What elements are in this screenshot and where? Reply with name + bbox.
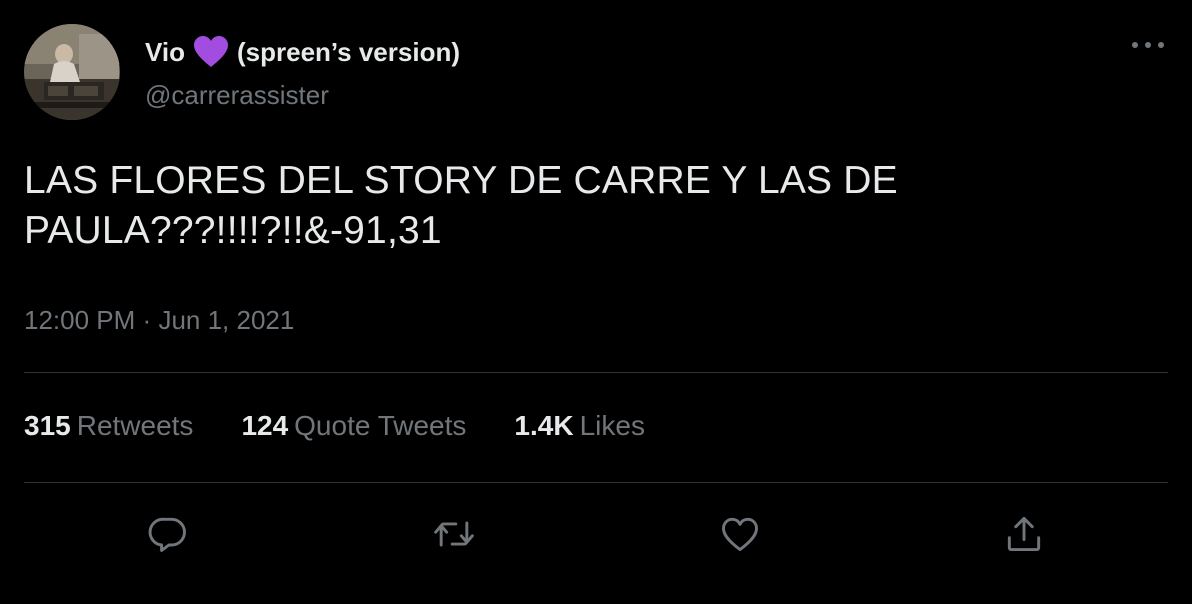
tweet-date[interactable]: Jun 1, 2021 — [158, 305, 294, 335]
more-options-button[interactable] — [1128, 30, 1168, 60]
likes-count: 1.4K — [514, 410, 574, 441]
reply-button[interactable] — [144, 510, 192, 558]
likes-stat[interactable]: 1.4K Likes — [514, 410, 645, 442]
author-name-part1: Vio — [145, 36, 185, 67]
retweets-label: Retweets — [76, 410, 194, 441]
divider — [24, 482, 1168, 483]
tweet-actions — [0, 510, 1192, 558]
quote-tweets-count: 124 — [241, 410, 289, 441]
like-button[interactable] — [716, 510, 764, 558]
author-name-part2: (spreen’s version) — [236, 36, 460, 67]
tweet-detail: Vio (spreen’s version) @carrerassister L… — [0, 0, 1192, 604]
tweet-text-line2: PAULA???!!!!?!!&-91,31 — [24, 209, 442, 252]
reply-icon — [148, 517, 186, 552]
quote-tweets-stat[interactable]: 124 Quote Tweets — [241, 410, 466, 442]
quote-tweets-label: Quote Tweets — [294, 410, 467, 441]
more-icon — [1132, 42, 1164, 48]
timestamp-separator: · — [142, 305, 152, 335]
retweet-button[interactable] — [430, 510, 478, 558]
retweets-count: 315 — [24, 410, 71, 441]
share-icon — [1007, 516, 1041, 552]
author-handle[interactable]: @carrerassister — [145, 80, 329, 111]
tweet-time[interactable]: 12:00 PM — [24, 305, 135, 335]
share-button[interactable] — [1000, 510, 1048, 558]
retweet-icon — [434, 521, 474, 547]
retweets-stat[interactable]: 315 Retweets — [24, 410, 193, 442]
tweet-text-line1: LAS FLORES DEL STORY DE CARRE Y LAS DE — [24, 159, 898, 202]
author-name[interactable]: Vio (spreen’s version) — [145, 32, 460, 72]
divider — [24, 372, 1168, 373]
likes-label: Likes — [579, 410, 645, 441]
timestamp: 12:00 PM · Jun 1, 2021 — [24, 305, 294, 336]
tweet-stats: 315 Retweets 124 Quote Tweets 1.4K Likes — [24, 410, 693, 442]
like-icon — [722, 517, 758, 552]
purple-heart-icon — [193, 35, 229, 69]
tweet-text: LAS FLORES DEL STORY DE CARRE Y LAS DE P… — [24, 156, 1144, 256]
avatar[interactable] — [24, 24, 120, 120]
avatar-image — [24, 24, 120, 120]
